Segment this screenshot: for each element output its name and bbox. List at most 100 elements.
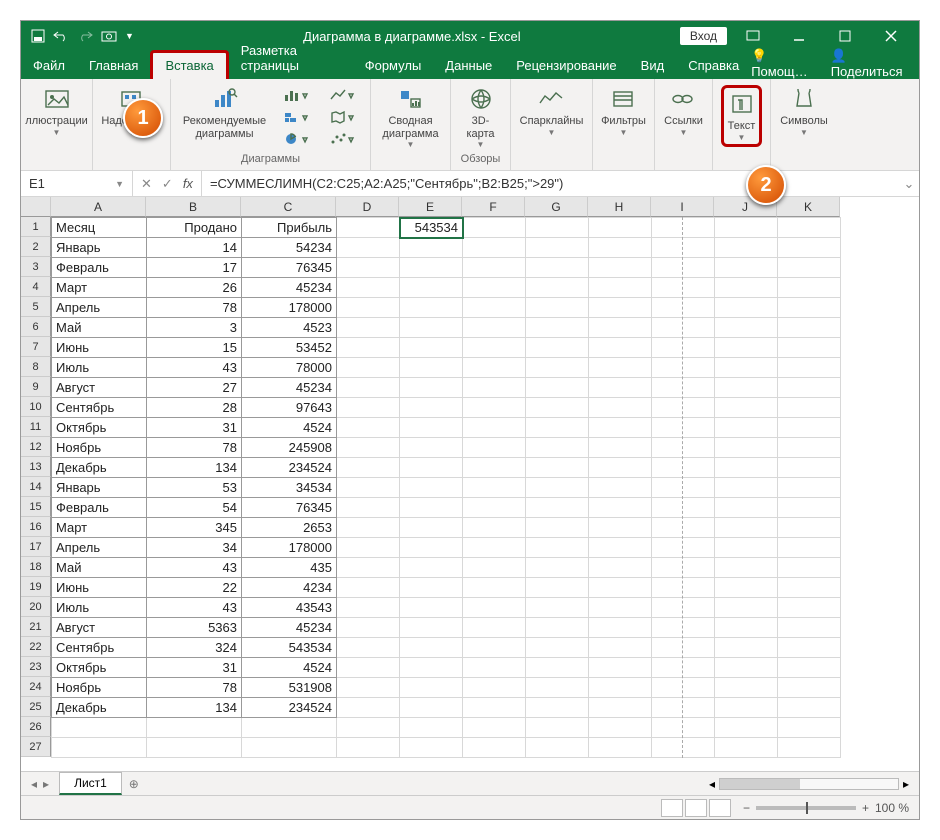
cell[interactable] <box>400 378 463 398</box>
cell[interactable]: 53452 <box>242 338 337 358</box>
cell[interactable] <box>715 298 778 318</box>
cell[interactable] <box>526 298 589 318</box>
worksheet[interactable]: A B C D E F G H I J K 123456789101112131… <box>21 197 919 771</box>
cell[interactable] <box>526 738 589 758</box>
cell[interactable] <box>463 278 526 298</box>
cell[interactable] <box>715 278 778 298</box>
row-header[interactable]: 2 <box>21 237 51 257</box>
filters-button[interactable]: Фильтры▼ <box>601 85 646 137</box>
cell[interactable] <box>400 418 463 438</box>
cell[interactable] <box>400 458 463 478</box>
tab-file[interactable]: Файл <box>21 53 77 79</box>
cell[interactable] <box>589 438 652 458</box>
cell[interactable] <box>778 518 841 538</box>
cell[interactable] <box>400 678 463 698</box>
col-header-F[interactable]: F <box>462 197 525 217</box>
cell[interactable] <box>526 638 589 658</box>
cell[interactable] <box>715 458 778 478</box>
row-header[interactable]: 16 <box>21 517 51 537</box>
cell[interactable] <box>526 718 589 738</box>
cell[interactable] <box>526 278 589 298</box>
view-layout-button[interactable] <box>685 799 707 817</box>
tell-me[interactable]: 💡 Помощ… <box>751 48 815 79</box>
cell[interactable] <box>652 438 715 458</box>
cell[interactable] <box>400 558 463 578</box>
cell[interactable] <box>589 598 652 618</box>
chart-pie-button[interactable]: ▾ <box>278 129 316 149</box>
cell[interactable]: 345 <box>147 518 242 538</box>
cell[interactable] <box>715 638 778 658</box>
cell[interactable] <box>778 578 841 598</box>
camera-icon[interactable] <box>101 30 117 42</box>
row-header[interactable]: 24 <box>21 677 51 697</box>
cell[interactable] <box>463 618 526 638</box>
col-header-C[interactable]: C <box>241 197 336 217</box>
cell[interactable] <box>778 378 841 398</box>
cell[interactable] <box>778 398 841 418</box>
row-header[interactable]: 22 <box>21 637 51 657</box>
cell[interactable] <box>589 658 652 678</box>
cell[interactable]: 76345 <box>242 258 337 278</box>
chart-map-button[interactable]: ▾ <box>324 107 362 127</box>
row-header[interactable]: 15 <box>21 497 51 517</box>
cell[interactable]: 43543 <box>242 598 337 618</box>
cell[interactable] <box>778 558 841 578</box>
col-header-H[interactable]: H <box>588 197 651 217</box>
view-pagebreak-button[interactable] <box>709 799 731 817</box>
cell[interactable] <box>337 298 400 318</box>
cell[interactable] <box>652 738 715 758</box>
cell[interactable] <box>778 438 841 458</box>
cell[interactable] <box>400 398 463 418</box>
cell[interactable] <box>589 298 652 318</box>
select-all-corner[interactable] <box>21 197 51 217</box>
cell[interactable] <box>778 638 841 658</box>
cell[interactable]: 178000 <box>242 298 337 318</box>
cell[interactable] <box>715 238 778 258</box>
cell[interactable] <box>526 238 589 258</box>
maximize-button[interactable] <box>825 22 865 50</box>
cell[interactable] <box>652 278 715 298</box>
cell[interactable] <box>715 538 778 558</box>
cell[interactable] <box>715 338 778 358</box>
cell[interactable] <box>463 698 526 718</box>
cell[interactable] <box>652 418 715 438</box>
cell[interactable] <box>400 598 463 618</box>
cell[interactable] <box>589 738 652 758</box>
tab-layout[interactable]: Разметка страницы <box>229 38 353 79</box>
cell[interactable]: 134 <box>147 698 242 718</box>
cell[interactable]: 234524 <box>242 458 337 478</box>
cell[interactable] <box>463 418 526 438</box>
cell[interactable] <box>526 258 589 278</box>
cell[interactable] <box>337 618 400 638</box>
cell[interactable] <box>778 478 841 498</box>
cell[interactable] <box>337 498 400 518</box>
cell[interactable]: 178000 <box>242 538 337 558</box>
cell[interactable] <box>400 538 463 558</box>
cell[interactable] <box>337 258 400 278</box>
cell[interactable] <box>463 318 526 338</box>
cell[interactable] <box>52 738 147 758</box>
cell[interactable] <box>400 698 463 718</box>
cell[interactable]: Октябрь <box>52 418 147 438</box>
cell[interactable] <box>337 478 400 498</box>
cell[interactable]: 43 <box>147 598 242 618</box>
col-header-K[interactable]: K <box>777 197 840 217</box>
cell[interactable] <box>526 618 589 638</box>
cell[interactable]: 543534 <box>242 638 337 658</box>
cell[interactable]: 54234 <box>242 238 337 258</box>
cell[interactable] <box>400 658 463 678</box>
tab-review[interactable]: Рецензирование <box>504 53 628 79</box>
cell[interactable]: 14 <box>147 238 242 258</box>
cell[interactable] <box>652 458 715 478</box>
cell[interactable] <box>652 518 715 538</box>
col-header-I[interactable]: I <box>651 197 714 217</box>
cell[interactable] <box>337 558 400 578</box>
cell[interactable] <box>715 518 778 538</box>
cell[interactable]: 134 <box>147 458 242 478</box>
cell[interactable] <box>715 718 778 738</box>
cell[interactable] <box>589 558 652 578</box>
cell[interactable]: Июнь <box>52 338 147 358</box>
cell[interactable] <box>400 318 463 338</box>
cell[interactable] <box>715 698 778 718</box>
cell[interactable] <box>526 458 589 478</box>
